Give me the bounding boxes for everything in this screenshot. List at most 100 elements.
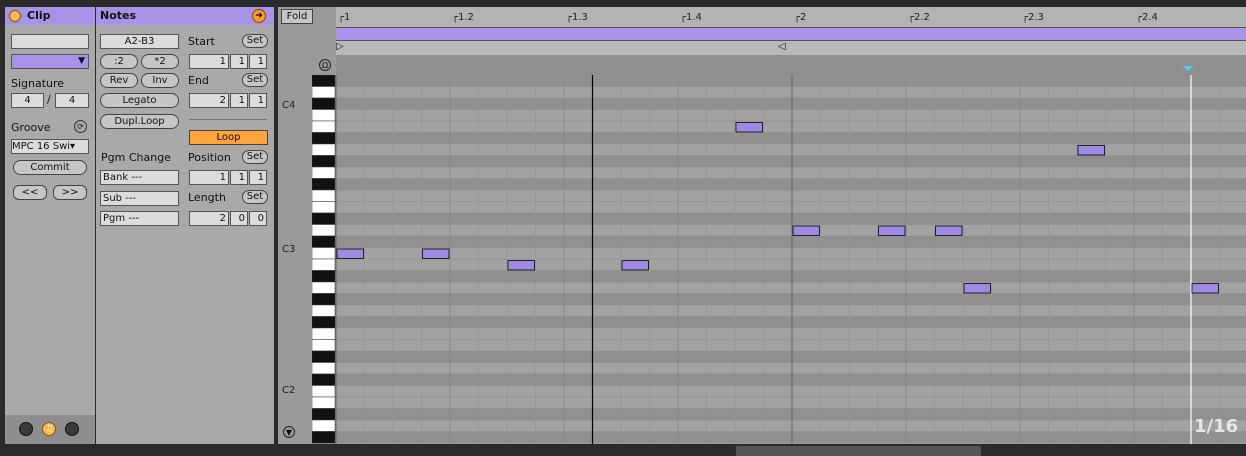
- grid-row[interactable]: [336, 431, 1246, 444]
- grid-row[interactable]: [336, 155, 1246, 168]
- grid-row[interactable]: [336, 178, 1246, 191]
- horizontal-scrollbar[interactable]: [736, 446, 981, 456]
- black-key[interactable]: [312, 270, 336, 283]
- legato-button[interactable]: Legato: [100, 93, 179, 108]
- grid-row[interactable]: [336, 305, 1246, 317]
- white-key[interactable]: [312, 385, 336, 398]
- grid-row[interactable]: [336, 374, 1246, 386]
- position-bar-field[interactable]: 1: [189, 170, 229, 185]
- start-bar-field[interactable]: 1: [189, 54, 229, 69]
- clip-name-field[interactable]: [11, 34, 89, 49]
- black-key[interactable]: [312, 408, 336, 421]
- black-key[interactable]: [312, 431, 336, 444]
- black-key[interactable]: [312, 212, 336, 225]
- reverse-button[interactable]: Rev: [100, 73, 138, 88]
- program-field[interactable]: Pgm ---: [100, 211, 179, 226]
- grid-row[interactable]: [336, 270, 1246, 283]
- grid-row[interactable]: [336, 316, 1246, 329]
- black-key[interactable]: [312, 293, 336, 306]
- black-key[interactable]: [312, 178, 336, 191]
- length-set-button[interactable]: Set: [242, 190, 268, 204]
- grid-row[interactable]: [336, 385, 1246, 398]
- note-range-field[interactable]: A2-B3: [100, 34, 179, 49]
- black-key[interactable]: [312, 132, 336, 145]
- white-key[interactable]: [312, 224, 336, 237]
- position-sixteenth-field[interactable]: 1: [249, 170, 267, 185]
- grid-row[interactable]: [336, 408, 1246, 421]
- next-button[interactable]: >>: [53, 185, 87, 200]
- black-key[interactable]: [312, 350, 336, 363]
- preview-headphones-icon[interactable]: Ω: [319, 59, 331, 71]
- black-key[interactable]: [312, 316, 336, 329]
- black-key[interactable]: [312, 155, 336, 168]
- midi-note[interactable]: [735, 122, 763, 133]
- commit-button[interactable]: Commit: [13, 160, 87, 175]
- grid-row[interactable]: [336, 282, 1246, 294]
- length-bar-field[interactable]: 2: [189, 211, 229, 226]
- grid-row[interactable]: [336, 293, 1246, 306]
- grid-row[interactable]: [336, 328, 1246, 340]
- signature-numerator[interactable]: 4: [11, 93, 44, 108]
- midi-note[interactable]: [935, 225, 963, 236]
- end-beat-field[interactable]: 1: [230, 93, 248, 108]
- note-editor-grid[interactable]: [312, 75, 1246, 444]
- grid-row[interactable]: [336, 213, 1246, 225]
- grid-row[interactable]: [336, 247, 1246, 260]
- notes-view-icon[interactable]: ♫: [42, 422, 56, 436]
- end-sixteenth-field[interactable]: 1: [249, 93, 267, 108]
- fold-button[interactable]: Fold: [281, 9, 313, 24]
- sub-bank-field[interactable]: Sub ---: [100, 191, 179, 206]
- grid-row[interactable]: [336, 86, 1246, 99]
- white-key[interactable]: [312, 201, 336, 214]
- white-key[interactable]: [312, 327, 336, 340]
- start-marker-icon[interactable]: ▷: [336, 42, 344, 52]
- position-beat-field[interactable]: 1: [230, 170, 248, 185]
- grid-row[interactable]: [336, 109, 1246, 122]
- black-key[interactable]: [312, 235, 336, 248]
- white-key[interactable]: [312, 258, 336, 271]
- black-key[interactable]: [312, 97, 336, 110]
- clip-color-dropdown[interactable]: ▼: [11, 54, 89, 69]
- signature-denominator[interactable]: 4: [55, 93, 89, 108]
- midi-note[interactable]: [621, 260, 649, 271]
- black-key[interactable]: [312, 373, 336, 386]
- black-key[interactable]: [312, 75, 336, 87]
- midi-note[interactable]: [792, 225, 820, 236]
- time-ruler[interactable]: ┌1 ┌1.2 ┌1.3 ┌1.4 ┌2 ┌2.2 ┌2.3 ┌2.4: [336, 7, 1246, 27]
- grid-row[interactable]: [336, 190, 1246, 202]
- midi-note[interactable]: [878, 225, 906, 236]
- white-key[interactable]: [312, 86, 336, 99]
- double-button[interactable]: *2: [141, 54, 179, 69]
- duplicate-loop-button[interactable]: Dupl.Loop: [100, 114, 179, 129]
- start-set-button[interactable]: Set: [242, 34, 268, 48]
- grid-row[interactable]: [336, 144, 1246, 156]
- grid-row[interactable]: [336, 98, 1246, 110]
- end-bar-field[interactable]: 2: [189, 93, 229, 108]
- envelope-icon[interactable]: [65, 422, 79, 436]
- end-set-button[interactable]: Set: [242, 73, 268, 87]
- grid-row[interactable]: [336, 201, 1246, 214]
- midi-note[interactable]: [507, 260, 535, 271]
- white-key[interactable]: [312, 166, 336, 179]
- invert-button[interactable]: Inv: [141, 73, 179, 88]
- white-key[interactable]: [312, 143, 336, 156]
- length-sixteenth-field[interactable]: 0: [249, 211, 267, 226]
- grid-row[interactable]: [336, 420, 1246, 432]
- groove-hot-swap-icon[interactable]: ⟳: [74, 120, 87, 133]
- arrow-right-icon[interactable]: ➜: [252, 9, 266, 23]
- grid-row[interactable]: [336, 121, 1246, 133]
- scroll-down-icon[interactable]: ▼: [283, 426, 295, 438]
- white-key[interactable]: [312, 396, 336, 409]
- grid-row[interactable]: [336, 167, 1246, 179]
- midi-note[interactable]: [1077, 145, 1105, 156]
- grid-row[interactable]: [336, 351, 1246, 363]
- grid-row[interactable]: [336, 236, 1246, 248]
- launch-icon[interactable]: [19, 422, 33, 436]
- midi-note[interactable]: [1191, 283, 1219, 294]
- halve-button[interactable]: :2: [100, 54, 138, 69]
- white-key[interactable]: [312, 304, 336, 317]
- loop-brace[interactable]: [336, 27, 1246, 41]
- groove-select[interactable]: MPC 16 Swi▾: [11, 139, 89, 154]
- midi-note[interactable]: [336, 248, 364, 259]
- grid-row[interactable]: [336, 339, 1246, 352]
